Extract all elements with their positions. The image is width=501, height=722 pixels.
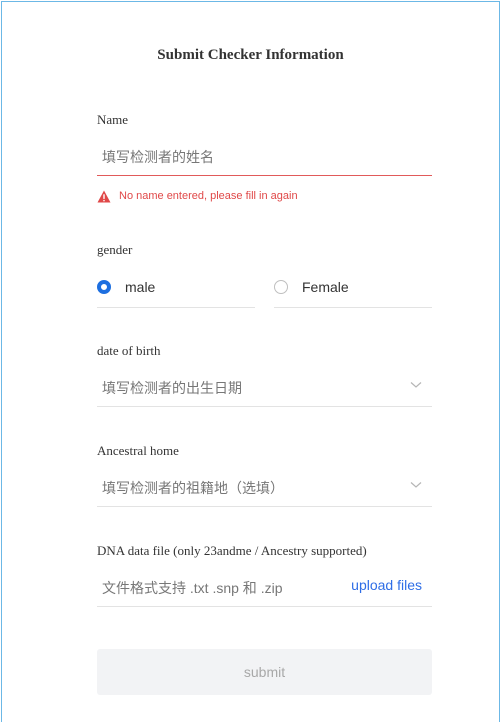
upload-files-link[interactable]: upload files: [351, 577, 422, 593]
dob-placeholder: 填写检测者的出生日期: [102, 380, 242, 396]
gender-option-label: male: [125, 279, 156, 295]
dob-select[interactable]: 填写检测者的出生日期: [97, 369, 432, 407]
ancestral-select[interactable]: 填写检测者的祖籍地（选填）: [97, 469, 432, 507]
warning-icon: [97, 190, 111, 202]
gender-option-female[interactable]: Female: [274, 274, 432, 308]
dob-label: date of birth: [97, 343, 161, 358]
radio-selected-icon[interactable]: [97, 280, 111, 294]
error-text: No name entered, please fill in again: [119, 190, 298, 202]
gender-label: gender: [97, 242, 133, 257]
dna-label: DNA data file (only 23andme / Ancestry s…: [97, 543, 367, 558]
ancestral-placeholder: 填写检测者的祖籍地（选填）: [102, 480, 284, 496]
gender-option-label: Female: [302, 279, 349, 295]
name-placeholder: 填写检测者的姓名: [102, 149, 214, 165]
submit-button[interactable]: submit: [97, 649, 432, 695]
dna-format-hint: 文件格式支持 .txt .snp 和 .zip: [102, 580, 283, 596]
chevron-down-icon: [410, 482, 422, 488]
name-error-message: No name entered, please fill in again: [97, 187, 298, 205]
name-input[interactable]: 填写检测者的姓名: [97, 138, 432, 176]
form-panel: Submit Checker Information Name 填写检测者的姓名…: [1, 1, 500, 722]
ancestral-label: Ancestral home: [97, 443, 179, 458]
name-label: Name: [97, 112, 129, 127]
gender-option-male[interactable]: male: [97, 274, 255, 308]
page-title: Submit Checker Information: [157, 47, 344, 63]
dna-file-field: 文件格式支持 .txt .snp 和 .zip upload files: [97, 569, 432, 607]
radio-unselected-icon[interactable]: [274, 280, 288, 294]
chevron-down-icon: [410, 382, 422, 388]
